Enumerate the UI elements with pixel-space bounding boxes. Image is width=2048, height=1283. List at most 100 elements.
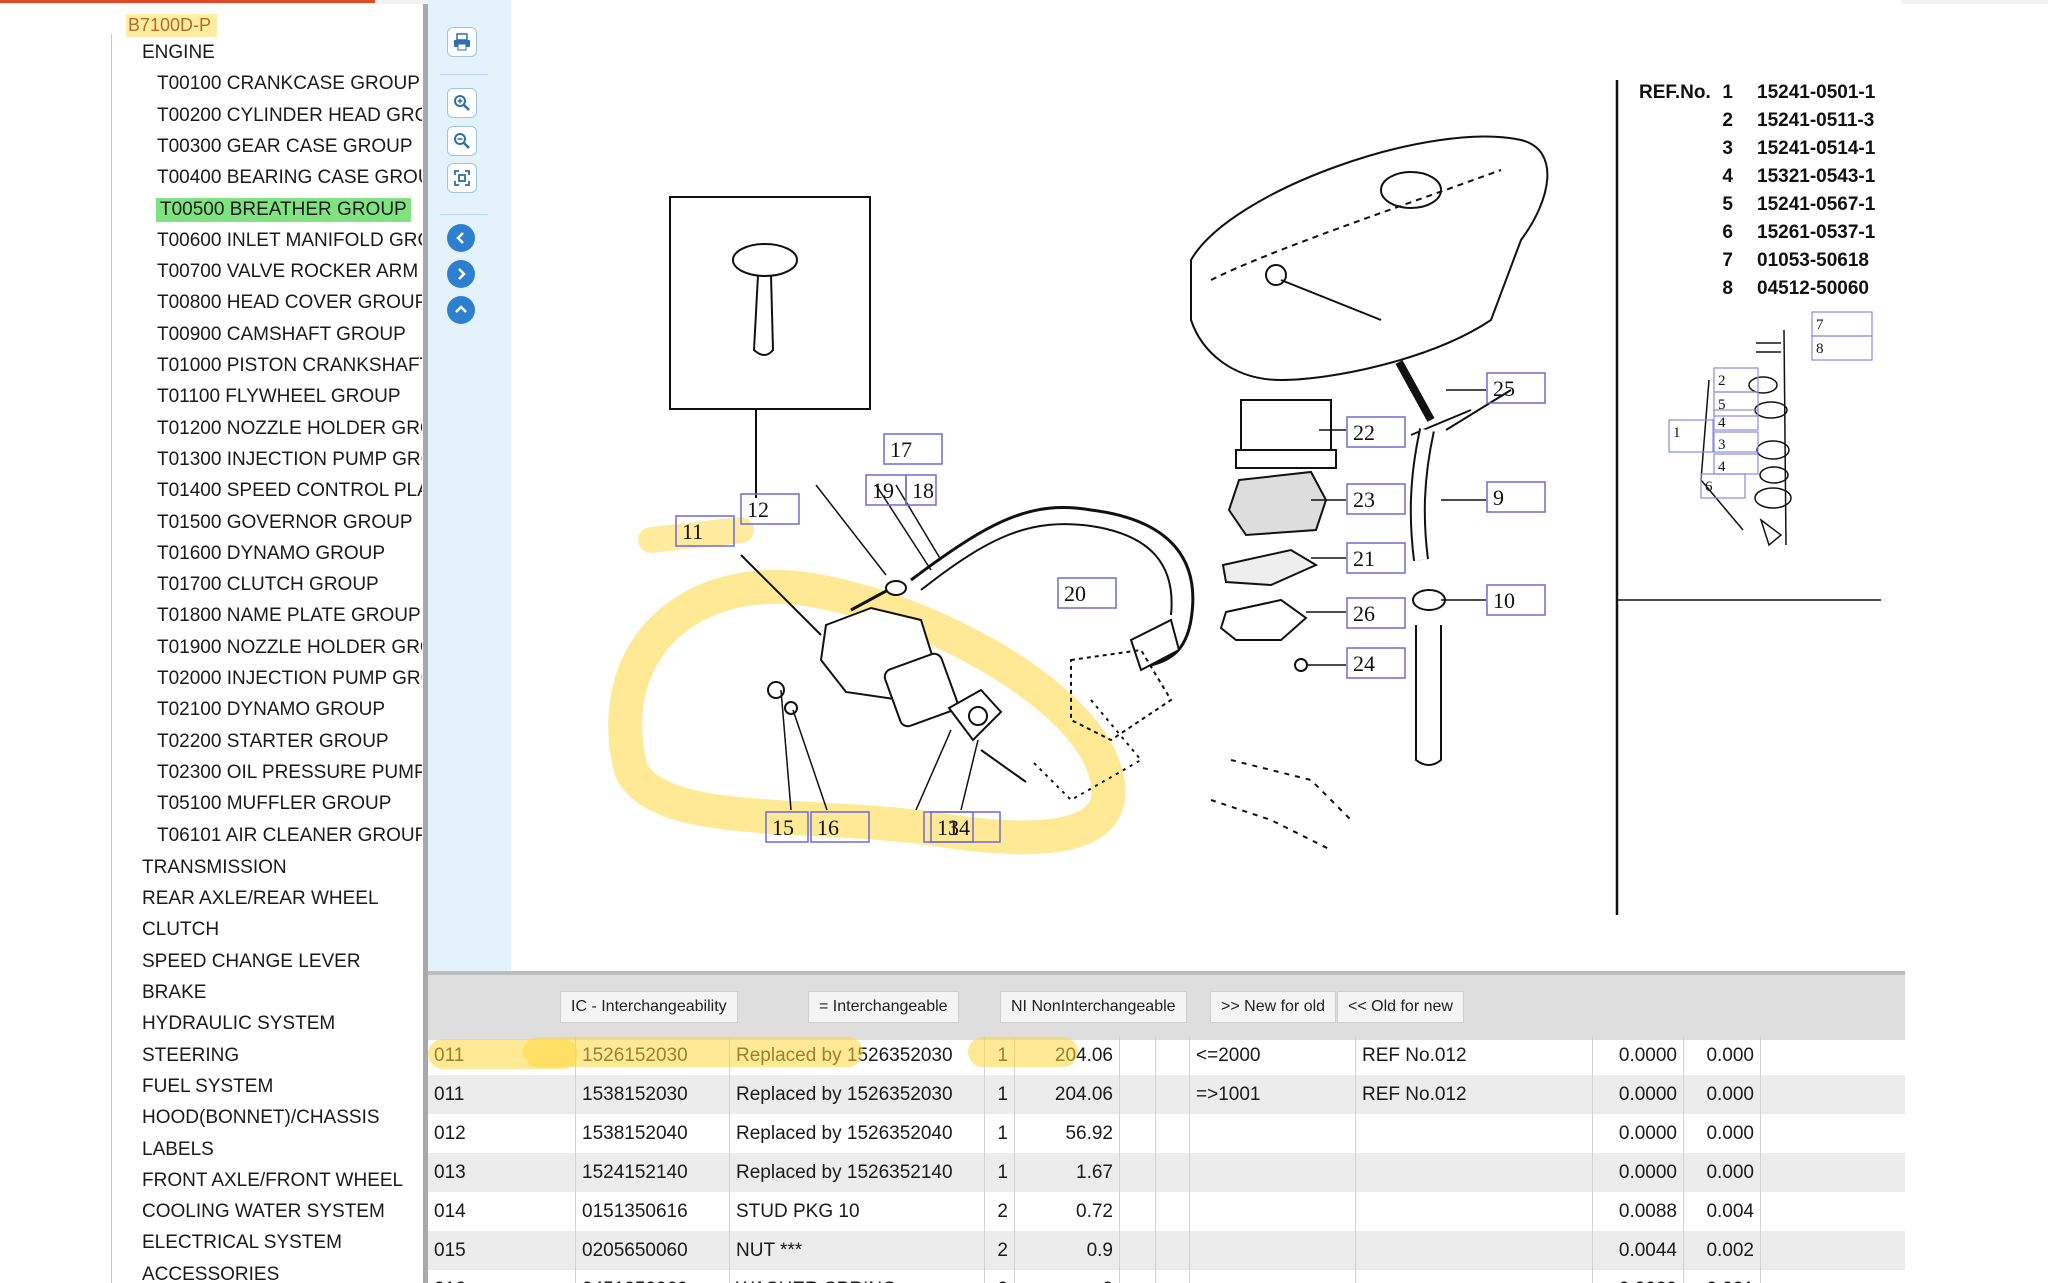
tree-group[interactable]: FRONT AXLE/FRONT WHEEL (142, 1169, 403, 1193)
inset-callout-label[interactable]: 6 (1705, 479, 1713, 495)
callout-label[interactable]: 19 (872, 478, 894, 503)
cell-w2: 0.000 (1684, 1114, 1761, 1153)
inset-callout-label[interactable]: 4 (1718, 459, 1726, 475)
tree-group[interactable]: BRAKE (142, 981, 206, 1005)
callout-label[interactable]: 21 (1353, 546, 1375, 571)
cell-w2: 0.000 (1684, 1036, 1761, 1075)
inset-callout-label[interactable]: 2 (1718, 373, 1726, 389)
cell-price: 0 (1015, 1270, 1120, 1283)
tree-item[interactable]: T06101 AIR CLEANER GROUP (157, 824, 422, 848)
cell-qty: 2 (985, 1231, 1015, 1270)
tree-group[interactable]: CLUTCH (142, 918, 219, 942)
tree-item[interactable]: T02100 DYNAMO GROUP (157, 698, 422, 722)
callout-label[interactable]: 11 (682, 519, 703, 544)
tree-group[interactable]: ENGINE (142, 41, 215, 65)
cell-ic (1120, 1231, 1156, 1270)
callout-label[interactable]: 24 (1353, 651, 1375, 676)
tree-item[interactable]: T02200 STARTER GROUP (157, 730, 422, 754)
tree-group[interactable]: HOOD(BONNET)/CHASSIS (142, 1106, 380, 1130)
parts-tree[interactable]: B7100D-P ENGINE T00100 CRANKCASE GROUP T00… (0, 4, 424, 1283)
cell-qty: 1 (985, 1114, 1015, 1153)
callout-label[interactable]: 12 (747, 497, 769, 522)
cell-part: 0151350616 (576, 1192, 730, 1231)
exploded-diagram[interactable]: 11 12 17 19 18 20 15 16 13 14 25 22 23 9 21 10 26 24 REF.… (511, 0, 1901, 971)
tree-group[interactable]: COOLING WATER SYSTEM (142, 1200, 385, 1224)
tree-item[interactable]: T02300 OIL PRESSURE PUMP (157, 761, 422, 785)
legend-item: NI NonInterchangeable (1000, 991, 1187, 1023)
tree-item[interactable]: T02000 INJECTION PUMP GRC (157, 667, 422, 691)
tree-item[interactable]: T00700 VALVE ROCKER ARM ( (157, 260, 422, 284)
inset-callout-label[interactable]: 7 (1816, 317, 1824, 333)
tree-root-model[interactable]: B7100D-P (126, 14, 218, 37)
callout-label[interactable]: 17 (890, 437, 912, 462)
tree-group[interactable]: STEERING (142, 1044, 239, 1068)
inset-callout-label[interactable]: 5 (1718, 397, 1726, 413)
zoom-out-icon[interactable] (447, 126, 477, 156)
tree-item[interactable]: T01300 INJECTION PUMP GRC (157, 448, 422, 472)
tree-item[interactable]: T01500 GOVERNOR GROUP (157, 511, 422, 535)
callout-label[interactable]: 26 (1353, 601, 1375, 626)
cell-desc: STUD PKG 10 (730, 1192, 985, 1231)
tree-item[interactable]: T00400 BEARING CASE GROU (157, 166, 422, 190)
ref-number: 2 (1722, 110, 1733, 131)
tree-group[interactable]: LABELS (142, 1138, 214, 1162)
table-row[interactable]: 014 0151350616 STUD PKG 10 2 0.72 0.0088 0.004 (428, 1192, 1905, 1231)
tree-item[interactable]: T00600 INLET MANIFOLD GRO (157, 229, 422, 253)
tree-item[interactable]: T01700 CLUTCH GROUP (157, 573, 422, 597)
cell-blank (1156, 1153, 1190, 1192)
tree-item[interactable]: T01600 DYNAMO GROUP (157, 542, 422, 566)
cell-note: REF No.012 (1356, 1075, 1593, 1114)
callout-label[interactable]: 16 (817, 815, 839, 840)
tree-item-selected[interactable]: T00500 BREATHER GROUP (156, 197, 411, 222)
tree-item[interactable]: T01200 NOZZLE HOLDER GRC (157, 417, 422, 441)
tree-group[interactable]: ELECTRICAL SYSTEM (142, 1231, 342, 1255)
tree-item[interactable]: T00100 CRANKCASE GROUP (157, 72, 422, 96)
table-row[interactable]: 012 1538152040 Replaced by 1526352040 1 56.9… (428, 1114, 1905, 1153)
tree-item[interactable]: T00300 GEAR CASE GROUP (157, 135, 422, 159)
tree-guide-line (111, 34, 112, 1283)
tree-item[interactable]: T01400 SPEED CONTROL PLA (157, 479, 422, 503)
cell-w2: 0.004 (1684, 1192, 1761, 1231)
fit-icon[interactable] (447, 163, 477, 193)
tree-item[interactable]: T01000 PISTON CRANKSHAFT (157, 354, 422, 378)
arrow-right-icon[interactable] (447, 260, 475, 288)
callout-label[interactable]: 10 (1493, 588, 1515, 613)
cell-qty: 1 (985, 1075, 1015, 1114)
callout-label[interactable]: 20 (1064, 581, 1086, 606)
tree-group[interactable]: REAR AXLE/REAR WHEEL (142, 887, 379, 911)
callout-label[interactable]: 14 (948, 815, 970, 840)
callout-label[interactable]: 25 (1493, 376, 1515, 401)
arrow-left-icon[interactable] (447, 224, 475, 252)
callout-label[interactable]: 18 (912, 478, 934, 503)
zoom-in-icon[interactable] (447, 88, 477, 118)
cell-w1: 0.0000 (1593, 1036, 1684, 1075)
print-icon[interactable] (447, 27, 477, 57)
tree-item[interactable]: T05100 MUFFLER GROUP (157, 792, 422, 816)
table-row[interactable]: 015 0205650060 NUT *** 2 0.9 0.0044 0.002 (428, 1231, 1905, 1270)
tree-item[interactable]: T01900 NOZZLE HOLDER GRC (157, 636, 422, 660)
tree-group[interactable]: FUEL SYSTEM (142, 1075, 273, 1099)
tree-item[interactable]: T01100 FLYWHEEL GROUP (157, 385, 422, 409)
callout-label[interactable]: 15 (772, 815, 794, 840)
arrow-up-icon[interactable] (447, 296, 475, 324)
inset-callout-label[interactable]: 1 (1673, 425, 1681, 441)
tree-item[interactable]: T01800 NAME PLATE GROUP (157, 604, 422, 628)
table-row[interactable]: 011 1538152030 Replaced by 1526352030 1 204.… (428, 1075, 1905, 1114)
tree-item[interactable]: T00800 HEAD COVER GROUP (157, 291, 422, 315)
callout-label[interactable]: 23 (1353, 487, 1375, 512)
callout-label[interactable]: 9 (1493, 485, 1504, 510)
tree-item[interactable]: T00200 CYLINDER HEAD GRO (157, 104, 422, 128)
toolbar-separator (440, 74, 488, 75)
inset-callout-label[interactable]: 4 (1718, 415, 1726, 431)
tree-item[interactable]: T00900 CAMSHAFT GROUP (157, 323, 422, 347)
table-row[interactable]: 013 1524152140 Replaced by 1526352140 1 1.67… (428, 1153, 1905, 1192)
callout-label[interactable]: 22 (1353, 420, 1375, 445)
table-row[interactable]: 0160451250060WASHER,SPRING20 0.00200.001 (428, 1270, 1905, 1283)
inset-callout-label[interactable]: 8 (1816, 341, 1824, 357)
tree-group[interactable]: HYDRAULIC SYSTEM (142, 1012, 335, 1036)
tree-group[interactable]: SPEED CHANGE LEVER (142, 950, 361, 974)
tree-group[interactable]: ACCESSORIES (142, 1263, 279, 1283)
tree-group[interactable]: TRANSMISSION (142, 856, 287, 880)
cell-ref: 013 (428, 1153, 576, 1192)
inset-callout-label[interactable]: 3 (1718, 437, 1726, 453)
